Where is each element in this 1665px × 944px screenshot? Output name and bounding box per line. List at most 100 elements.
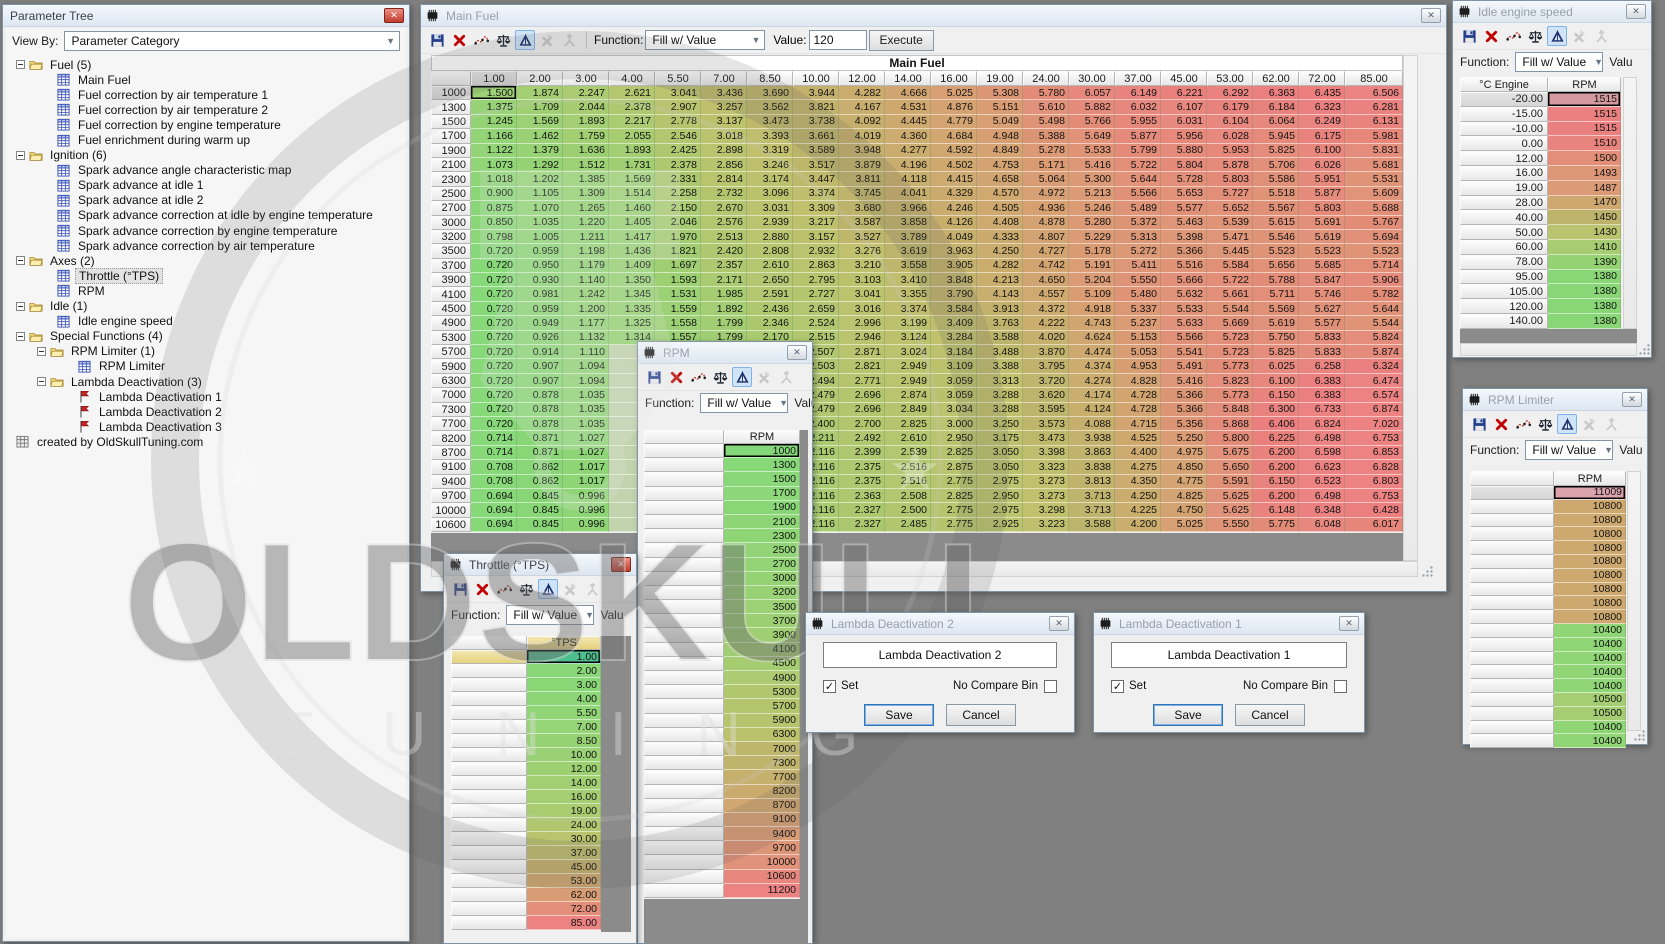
- fuel-cell[interactable]: 5.523: [1253, 244, 1299, 258]
- row-header[interactable]: [644, 685, 724, 699]
- fuel-cell[interactable]: 1.035: [563, 417, 609, 431]
- fuel-cell[interactable]: 3.250: [977, 417, 1023, 431]
- fuel-cell[interactable]: 3.620: [1023, 388, 1069, 402]
- fuel-cell[interactable]: 3.795: [1023, 359, 1069, 373]
- fuel-cell[interactable]: 3.031: [747, 201, 793, 215]
- fuel-cell[interactable]: 6.753: [1345, 489, 1403, 503]
- row-header[interactable]: 3900: [431, 273, 471, 287]
- fuel-cell[interactable]: 4.570: [977, 187, 1023, 201]
- fuel-cell[interactable]: 4.878: [1023, 216, 1069, 230]
- fuel-cell[interactable]: 4.275: [1115, 460, 1161, 474]
- fuel-cell[interactable]: 3.473: [747, 115, 793, 129]
- fuel-cell[interactable]: 2.732: [701, 187, 747, 201]
- limiter-cell[interactable]: 10800: [1554, 527, 1626, 541]
- fuel-cell[interactable]: 1.985: [701, 287, 747, 301]
- limiter-cell[interactable]: 10800: [1554, 555, 1626, 569]
- idle-titlebar[interactable]: Idle engine speed ✕: [1453, 1, 1651, 23]
- fuel-cell[interactable]: 2.950: [977, 489, 1023, 503]
- limiter-cell[interactable]: 10800: [1554, 610, 1626, 624]
- triangle-a-icon[interactable]: [1557, 414, 1577, 434]
- tree-expand-toggle[interactable]: [37, 377, 46, 386]
- fuel-cell[interactable]: 1.211: [563, 230, 609, 244]
- fuel-cell[interactable]: 4.360: [885, 129, 931, 143]
- function-select[interactable]: Fill w/ Value ▼: [1525, 440, 1613, 460]
- tree-item[interactable]: Spark advance angle characteristic map: [6, 163, 406, 178]
- fuel-cell[interactable]: 5.388: [1023, 129, 1069, 143]
- row-header[interactable]: [451, 720, 527, 734]
- row-header[interactable]: 12.00: [1460, 151, 1548, 166]
- limiter-cell[interactable]: 10400: [1554, 721, 1626, 735]
- fuel-cell[interactable]: 4.658: [977, 172, 1023, 186]
- fuel-cell[interactable]: 5.650: [1207, 460, 1253, 474]
- fuel-cell[interactable]: 2.771: [839, 374, 885, 388]
- fuel-cell[interactable]: 3.661: [793, 129, 839, 143]
- row-header[interactable]: [451, 748, 527, 762]
- fuel-cell[interactable]: 2.055: [609, 129, 655, 143]
- fuel-cell[interactable]: 4.049: [931, 230, 977, 244]
- close-icon[interactable]: ✕: [1421, 8, 1441, 23]
- fuel-cell[interactable]: 4.372: [1023, 302, 1069, 316]
- fuel-cell[interactable]: 2.546: [655, 129, 701, 143]
- fuel-cell[interactable]: 5.591: [1207, 475, 1253, 489]
- fuel-cell[interactable]: 0.720: [471, 302, 517, 316]
- limiter-cell[interactable]: 10800: [1554, 583, 1626, 597]
- limiter-cell[interactable]: 10800: [1554, 500, 1626, 514]
- fuel-cell[interactable]: 2.975: [977, 475, 1023, 489]
- tree-expand-toggle[interactable]: [16, 151, 25, 160]
- fuel-cell[interactable]: 1.245: [471, 115, 517, 129]
- fuel-cell[interactable]: 3.410: [885, 273, 931, 287]
- fuel-cell[interactable]: 4.329: [931, 187, 977, 201]
- col-header[interactable]: RPM: [724, 430, 800, 444]
- fuel-cell[interactable]: 3.210: [839, 259, 885, 273]
- fuel-cell[interactable]: 4.250: [1115, 489, 1161, 503]
- fuel-cell[interactable]: 5.956: [1161, 129, 1207, 143]
- save-icon[interactable]: [427, 30, 447, 50]
- axis-cell[interactable]: 19.00: [527, 804, 601, 818]
- fuel-cell[interactable]: 4.282: [839, 86, 885, 100]
- row-header[interactable]: 7300: [431, 403, 471, 417]
- close-icon[interactable]: ✕: [384, 8, 404, 23]
- axis-cell[interactable]: 85.00: [527, 916, 601, 930]
- fuel-cell[interactable]: 5.775: [1253, 518, 1299, 532]
- fuel-cell[interactable]: 3.298: [1023, 503, 1069, 517]
- fuel-cell[interactable]: 2.932: [793, 244, 839, 258]
- execute-button[interactable]: Execute: [869, 30, 934, 51]
- resize-grip-icon[interactable]: [1421, 565, 1434, 578]
- fuel-cell[interactable]: 6.100: [1299, 144, 1345, 158]
- fuel-cell[interactable]: 0.862: [517, 460, 563, 474]
- fuel-cell[interactable]: 0.720: [471, 287, 517, 301]
- fuel-cell[interactable]: 3.619: [885, 244, 931, 258]
- row-header[interactable]: 9700: [431, 489, 471, 503]
- fuel-cell[interactable]: 5.308: [977, 86, 1023, 100]
- fuel-cell[interactable]: 5.366: [1161, 403, 1207, 417]
- fuel-cell[interactable]: 4.650: [1023, 273, 1069, 287]
- axis-cell[interactable]: 10600: [724, 870, 800, 884]
- fuel-cell[interactable]: 6.057: [1069, 86, 1115, 100]
- fuel-cell[interactable]: 3.963: [931, 244, 977, 258]
- row-header[interactable]: [451, 874, 527, 888]
- fuel-cell[interactable]: 5.652: [1207, 201, 1253, 215]
- triangle-a-icon[interactable]: [732, 367, 752, 387]
- idle-cell[interactable]: 1450: [1548, 210, 1621, 225]
- fuel-cell[interactable]: 6.506: [1345, 86, 1403, 100]
- idle-cell[interactable]: 1500: [1548, 151, 1621, 166]
- fuel-cell[interactable]: 2.375: [839, 475, 885, 489]
- axis-cell[interactable]: 6300: [724, 728, 800, 742]
- scales-icon[interactable]: [1525, 26, 1545, 46]
- fuel-cell[interactable]: 6.428: [1345, 503, 1403, 517]
- row-header[interactable]: [451, 776, 527, 790]
- fuel-cell[interactable]: 4.918: [1069, 302, 1115, 316]
- fuel-cell[interactable]: 4.684: [931, 129, 977, 143]
- delete-icon[interactable]: [449, 30, 469, 50]
- fuel-cell[interactable]: 5.727: [1207, 187, 1253, 201]
- fuel-cell[interactable]: 2.925: [977, 518, 1023, 532]
- no-compare-checkbox[interactable]: [1044, 680, 1057, 693]
- tree-item[interactable]: Axes (2): [6, 253, 406, 268]
- row-header[interactable]: [644, 643, 724, 657]
- idle-cell[interactable]: 1515: [1548, 122, 1621, 137]
- row-header[interactable]: [644, 714, 724, 728]
- fuel-cell[interactable]: 5.025: [931, 86, 977, 100]
- fuel-cell[interactable]: 6.753: [1345, 431, 1403, 445]
- axis-cell[interactable]: 7700: [724, 770, 800, 784]
- limiter-cell[interactable]: 10400: [1554, 665, 1626, 679]
